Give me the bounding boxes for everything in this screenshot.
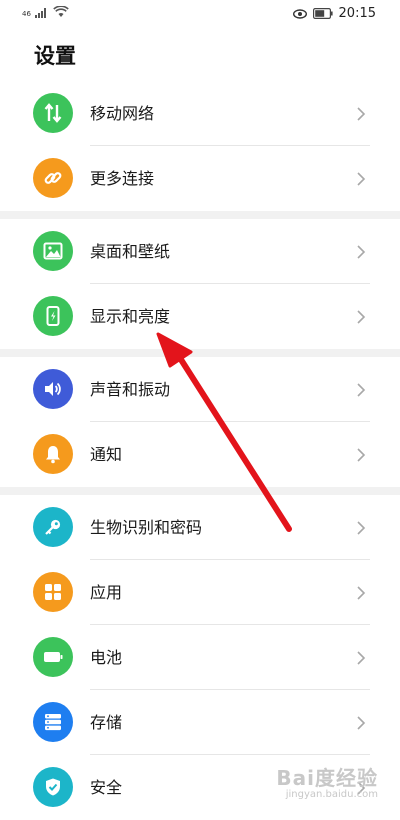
settings-item-display-brightness[interactable]: 显示和亮度 <box>0 284 400 349</box>
settings-item-label: 更多连接 <box>90 169 155 188</box>
section-separator <box>0 211 400 219</box>
settings-item-wallpaper[interactable]: 桌面和壁纸 <box>0 219 400 284</box>
settings-item-more-connections[interactable]: 更多连接 <box>0 146 400 211</box>
settings-group-connectivity: 移动网络 更多连接 <box>0 81 400 211</box>
chevron-right-icon <box>357 172 366 186</box>
watermark-brand: Bai度经验 <box>276 766 378 790</box>
settings-item-biometrics-password[interactable]: 生物识别和密码 <box>0 495 400 560</box>
settings-item-apps[interactable]: 应用 <box>0 560 400 625</box>
section-separator <box>0 487 400 495</box>
settings-item-label: 移动网络 <box>90 104 155 123</box>
settings-item-label: 桌面和壁纸 <box>90 242 171 261</box>
speaker-icon <box>33 369 73 409</box>
apps-grid-icon <box>33 572 73 612</box>
link-icon <box>33 158 73 198</box>
section-separator <box>0 349 400 357</box>
settings-item-storage[interactable]: 存储 <box>0 690 400 755</box>
eye-icon <box>292 8 307 19</box>
chevron-right-icon <box>357 383 366 397</box>
settings-item-label: 通知 <box>90 445 123 464</box>
settings-item-label: 安全 <box>90 778 123 797</box>
clock-time: 20:15 <box>338 6 376 21</box>
chevron-right-icon <box>357 245 366 259</box>
shield-icon <box>33 767 73 807</box>
storage-icon <box>33 702 73 742</box>
settings-item-label: 应用 <box>90 583 123 602</box>
key-icon <box>33 507 73 547</box>
wifi-icon <box>53 6 69 17</box>
settings-group-display: 桌面和壁纸 显示和亮度 <box>0 219 400 349</box>
page-title: 设置 <box>34 44 76 68</box>
settings-item-label: 生物识别和密码 <box>90 518 203 537</box>
chevron-right-icon <box>357 310 366 324</box>
watermark: Bai度经验 jingyan.baidu.com <box>276 762 378 800</box>
settings-item-label: 声音和振动 <box>90 380 171 399</box>
chevron-right-icon <box>357 521 366 535</box>
settings-group-sound: 声音和振动 通知 <box>0 357 400 487</box>
settings-item-label: 存储 <box>90 713 123 732</box>
signal-icon <box>34 8 46 18</box>
mobile-data-icon <box>33 93 73 133</box>
status-right: 20:15 <box>292 6 376 21</box>
chevron-right-icon <box>357 586 366 600</box>
settings-item-sound-vibration[interactable]: 声音和振动 <box>0 357 400 422</box>
chevron-right-icon <box>357 651 366 665</box>
settings-item-label: 电池 <box>90 648 123 667</box>
network-type-label: 46 <box>22 10 31 18</box>
chevron-right-icon <box>357 107 366 121</box>
status-left: 46 <box>22 6 69 18</box>
chevron-right-icon <box>357 448 366 462</box>
display-brightness-icon <box>33 296 73 336</box>
settings-item-mobile-network[interactable]: 移动网络 <box>0 81 400 146</box>
settings-item-label: 显示和亮度 <box>90 307 171 326</box>
wallpaper-icon <box>33 231 73 271</box>
settings-item-notifications[interactable]: 通知 <box>0 422 400 487</box>
battery-icon <box>33 637 73 677</box>
settings-item-battery[interactable]: 电池 <box>0 625 400 690</box>
status-bar: 46 20:15 <box>0 0 400 28</box>
bell-icon <box>33 434 73 474</box>
chevron-right-icon <box>357 716 366 730</box>
battery-status-icon <box>312 8 333 19</box>
watermark-url: jingyan.baidu.com <box>285 789 378 800</box>
